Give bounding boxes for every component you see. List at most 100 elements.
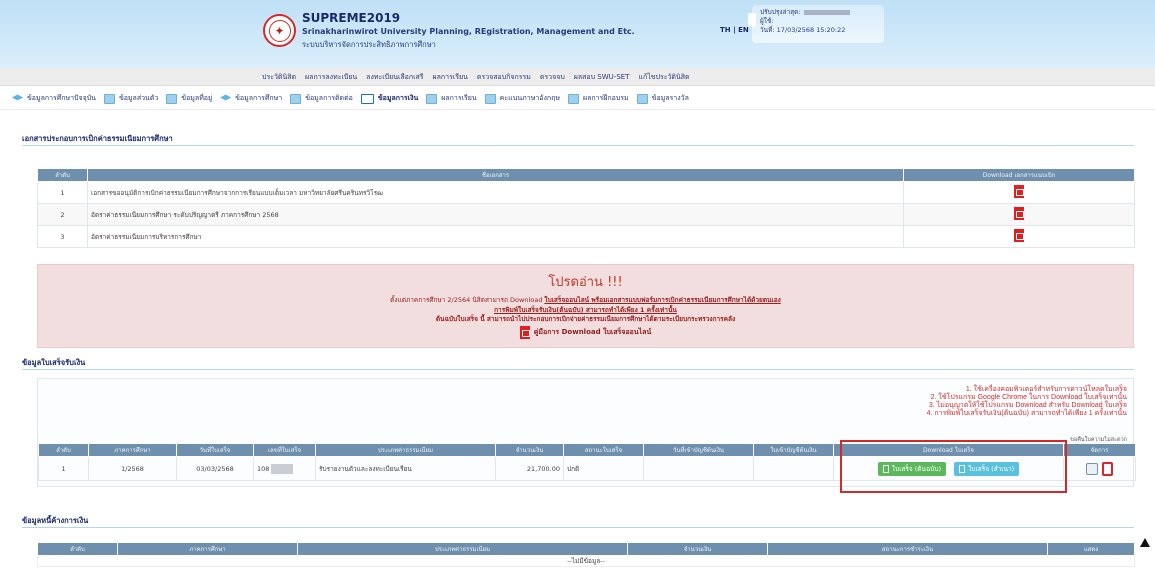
tab-2[interactable]: ข้อมูลที่อยู่ bbox=[166, 93, 212, 104]
doc-name: เอกสารขออนุมัติการเบิกค่าธรรมเนียมการศึก… bbox=[87, 181, 904, 204]
top-menu-item[interactable]: ลงทะเบียนเลือกเสรี bbox=[366, 72, 423, 83]
document-icon bbox=[567, 93, 579, 104]
docs-section-title: เอกสารประกอบการเบิกค่าธรรมเนียมการศึกษา bbox=[22, 134, 173, 143]
rule-line: 4. การพิมพ์ใบเสร็จรับเงิน(ต้นฉบับ) สามาร… bbox=[926, 410, 1127, 417]
top-menu-item[interactable]: ผลการเรียน bbox=[433, 72, 468, 83]
top-menu-item[interactable]: แก้ไขประวัตินิสิต bbox=[638, 72, 689, 83]
top-menu-item[interactable]: ประวัตินิสิต bbox=[262, 72, 296, 83]
debt-header: ภาคการศึกษา bbox=[117, 542, 298, 556]
receipt-header: เลขที่ใบเสร็จ bbox=[253, 443, 316, 457]
user-info-box: ปรับปรุงล่าสุด: ผู้ใช้: วันที่: 17/03/25… bbox=[748, 5, 884, 43]
document-icon bbox=[636, 93, 648, 104]
tab-label: ข้อมูลการศึกษาปัจจุบัน bbox=[27, 94, 96, 102]
scroll-top-icon[interactable] bbox=[1140, 538, 1150, 547]
tab-label: ผลการเรียน bbox=[441, 94, 477, 102]
lang-en-link[interactable]: EN bbox=[738, 26, 749, 34]
tab-label: ข้อมูลการติดต่อ bbox=[305, 94, 353, 102]
tab-0[interactable]: ข้อมูลการศึกษาปัจจุบัน bbox=[12, 93, 96, 104]
debt-header: สถานะการชำระเงิน bbox=[767, 542, 1048, 556]
receipt-header: สถานะใบเสร็จ bbox=[563, 443, 644, 457]
receipt-number: 108 bbox=[253, 456, 316, 481]
receipt-account bbox=[753, 456, 834, 481]
notice-line-1: ตั้งแต่ภาคการศึกษา 2/2564 นิสิตสามารถ Do… bbox=[390, 296, 781, 304]
receipt-header: ภาคการศึกษา bbox=[88, 443, 177, 457]
user-info-icon bbox=[748, 13, 756, 27]
pdf-download-icon[interactable] bbox=[1014, 207, 1024, 220]
notice-title: โปรดอ่าน !!! bbox=[548, 275, 623, 290]
tab-label: คะแนนภาษาอังกฤษ bbox=[499, 94, 560, 102]
receipts-section-title: ข้อมูลใบเสร็จรับเงิน bbox=[22, 358, 86, 367]
doc-download-cell bbox=[903, 203, 1135, 226]
debt-header: ลำดับ bbox=[37, 542, 118, 556]
notice-line-3: ต้นฉบับใบเสร็จ นี้ สามารถนำไปประกอบการเบ… bbox=[435, 315, 736, 323]
tab-label: ข้อมูลที่อยู่ bbox=[181, 94, 213, 102]
tab-8[interactable]: ผลการฝึกอบรม bbox=[567, 93, 629, 104]
receipt-date: 03/03/2568 bbox=[176, 456, 254, 481]
receipt-header: ลำดับ bbox=[38, 443, 89, 457]
document-icon bbox=[426, 93, 438, 104]
tab-5[interactable]: ข้อมูลการเงิน bbox=[360, 93, 418, 104]
notice-line-1-emphasis: ใบเสร็จออนไลน์ พร้อมเอกสารแบบฟอร์มการเบิ… bbox=[544, 296, 781, 304]
download-highlight-box bbox=[840, 440, 1067, 493]
rule-line: 2. ใช้โปรแกรม Google Chrome ในการ Downlo… bbox=[930, 394, 1127, 401]
debt-header: จำนวนเงิน bbox=[627, 542, 768, 556]
user-name-label: ผู้ใช้: bbox=[760, 17, 774, 25]
graduation-cap-icon bbox=[12, 94, 23, 101]
tab-3[interactable]: ข้อมูลการศึกษา bbox=[220, 93, 282, 104]
docs-table: ลำดับ ชื่อเอกสาร Download เอกสารแนบเบิก … bbox=[37, 168, 1135, 248]
top-menu-item[interactable]: ผลการลงทะเบียน bbox=[305, 72, 357, 83]
debt-header: ประเภทค่าธรรมเนียม bbox=[297, 542, 628, 556]
document-icon bbox=[103, 93, 115, 104]
tab-1[interactable]: ข้อมูลส่วนตัว bbox=[103, 93, 159, 104]
doc-no: 1 bbox=[37, 181, 88, 204]
document-icon bbox=[290, 93, 302, 104]
university-logo: ✦ bbox=[263, 14, 296, 47]
docs-header-no: ลำดับ bbox=[37, 168, 88, 182]
pdf-download-icon[interactable] bbox=[1014, 229, 1024, 242]
doc-download-cell bbox=[903, 181, 1135, 204]
tab-label: ข้อมูลส่วนตัว bbox=[118, 94, 159, 102]
tab-6[interactable]: ผลการเรียน bbox=[426, 93, 477, 104]
language-switch: TH | EN bbox=[720, 26, 749, 34]
section-divider bbox=[22, 145, 1134, 146]
document-icon bbox=[484, 93, 496, 104]
view-icon[interactable] bbox=[1086, 462, 1098, 475]
top-menu-item[interactable]: ตรวจจบ bbox=[540, 72, 565, 83]
brand-title: SUPREME2019 bbox=[302, 11, 401, 25]
receipt-actions bbox=[1063, 456, 1136, 481]
document-icon bbox=[166, 93, 178, 104]
doc-name: อัตราค่าธรรมเนียมการศึกษา ระดับปริญญาตรี… bbox=[87, 203, 904, 226]
debts-section-title: ข้อมูลหนี้ค้างการเงิน bbox=[22, 516, 89, 525]
tab-7[interactable]: คะแนนภาษาอังกฤษ bbox=[484, 93, 560, 104]
top-menu-item[interactable]: ผลสอบ SWU-SET bbox=[574, 72, 630, 83]
tab-4[interactable]: ข้อมูลการติดต่อ bbox=[290, 93, 353, 104]
receipt-header: ใบเข้าบัญชีต้นเงิน bbox=[753, 443, 834, 457]
receipt-header: วันที่ใบเสร็จ bbox=[176, 443, 254, 457]
lang-separator: | bbox=[733, 26, 736, 34]
receipt-header: จำนวนเงิน bbox=[495, 443, 564, 457]
receipt-amount: 21,700.00 bbox=[495, 456, 564, 481]
download-rules: 1. ใช้เครื่องคอมพิวเตอร์สำหรับการดาวน์โห… bbox=[927, 386, 1127, 418]
pdf-export-icon[interactable] bbox=[1102, 461, 1113, 476]
top-menu-item[interactable]: ตรวจสอบกิจกรรม bbox=[477, 72, 531, 83]
lang-th-link[interactable]: TH bbox=[720, 26, 731, 34]
tab-9[interactable]: ข้อมูลรางวัล bbox=[636, 93, 689, 104]
table-row: 2 อัตราค่าธรรมเนียมการศึกษา ระดับปริญญาตร… bbox=[37, 203, 1135, 226]
rule-line: 3. ไม่อนุญาตให้ใช้โปรแกรม Download สำหรั… bbox=[928, 402, 1127, 409]
pdf-icon bbox=[519, 325, 530, 339]
receipt-term: 1/2568 bbox=[88, 456, 177, 481]
docs-header-name: ชื่อเอกสาร bbox=[87, 168, 904, 182]
rule-line: 1. ใช้เครื่องคอมพิวเตอร์สำหรับการดาวน์โห… bbox=[965, 386, 1127, 393]
masked-value bbox=[803, 9, 850, 15]
receipt-date-in bbox=[643, 456, 754, 481]
table-row: 1 เอกสารขออนุมัติการเบิกค่าธรรมเนียมการศึ… bbox=[37, 181, 1135, 204]
user-updated-label: ปรับปรุงล่าสุด: bbox=[760, 8, 801, 16]
manual-download-link[interactable]: คู่มือการ Download ใบเสร็จออนไลน์ bbox=[519, 325, 651, 339]
header: ✦ SUPREME2019 Srinakharinwirot Universit… bbox=[0, 0, 1155, 68]
receipt-header: วันที่เข้าบัญชีต้นเงิน bbox=[643, 443, 754, 457]
tab-label: ข้อมูลการศึกษา bbox=[235, 94, 283, 102]
brand-thai: ระบบบริหารจัดการประสิทธิภาพการศึกษา bbox=[302, 40, 436, 49]
notice-box: โปรดอ่าน !!! ตั้งแต่ภาคการศึกษา 2/2564 น… bbox=[37, 264, 1134, 348]
pdf-download-icon[interactable] bbox=[1014, 185, 1024, 198]
brand-subtitle: Srinakharinwirot University Planning, RE… bbox=[302, 27, 635, 36]
